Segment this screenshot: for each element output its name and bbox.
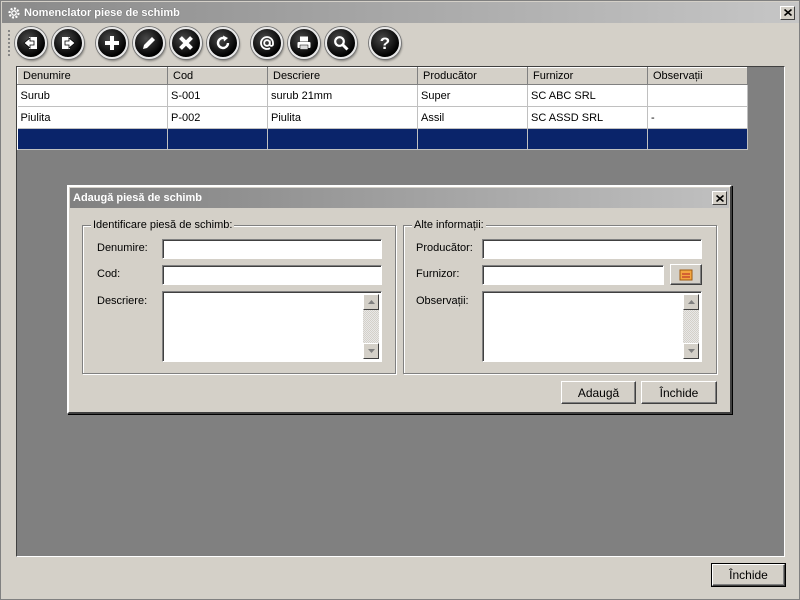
furnizor-label: Furnizor: xyxy=(416,268,460,280)
gear-icon xyxy=(6,5,22,21)
svg-text:?: ? xyxy=(380,34,390,52)
descriere-memo xyxy=(162,291,382,362)
window-title: Nomenclator piese de schimb xyxy=(24,6,180,19)
producator-label: Producător: xyxy=(416,242,473,254)
delete-button[interactable] xyxy=(170,27,202,59)
descriere-label: Descriere: xyxy=(97,295,148,307)
column-header-producator[interactable]: Producător xyxy=(417,67,528,85)
window-close-button[interactable] xyxy=(780,5,795,20)
observatii-scrollbar[interactable] xyxy=(683,294,699,359)
denumire-label: Denumire: xyxy=(97,242,148,254)
table-cell[interactable]: SC ABC SRL xyxy=(527,84,648,107)
refresh-button[interactable] xyxy=(207,27,239,59)
table-cell[interactable] xyxy=(17,128,168,150)
column-header-observatii[interactable]: Observații xyxy=(647,67,748,85)
search-button[interactable] xyxy=(325,27,357,59)
table-cell[interactable]: S-001 xyxy=(167,84,268,107)
cod-input[interactable] xyxy=(162,265,382,285)
table-cell[interactable] xyxy=(647,84,748,107)
add-button[interactable] xyxy=(96,27,128,59)
table-cell[interactable]: Surub xyxy=(17,84,168,107)
table-cell[interactable] xyxy=(647,128,748,150)
producator-input[interactable] xyxy=(482,239,702,259)
exit-button[interactable] xyxy=(52,27,84,59)
observatii-textarea[interactable] xyxy=(485,294,682,359)
table-row[interactable]: Piulita P-002 Piulita Assil SC ASSD SRL … xyxy=(17,106,748,129)
search-icon xyxy=(334,36,349,51)
table-cell[interactable]: SC ASSD SRL xyxy=(527,106,648,129)
other-info-group: Alte informații: Producător: Furnizor: O… xyxy=(403,219,717,374)
edit-icon xyxy=(143,37,155,49)
exit-icon xyxy=(62,37,76,49)
table-cell[interactable] xyxy=(267,128,418,150)
close-icon xyxy=(783,9,792,16)
table-cell[interactable] xyxy=(167,128,268,150)
email-button[interactable] xyxy=(251,27,283,59)
observatii-memo xyxy=(482,291,702,362)
delete-icon xyxy=(179,36,193,50)
new-row-selected[interactable] xyxy=(17,128,748,150)
edit-button[interactable] xyxy=(133,27,165,59)
table-row[interactable]: Surub S-001 surub 21mm Super SC ABC SRL xyxy=(17,84,748,107)
scroll-down-button[interactable] xyxy=(363,343,379,359)
identification-group: Identificare piesă de schimb: Denumire: … xyxy=(82,219,396,374)
arrow-up-icon xyxy=(367,300,375,304)
back-button[interactable] xyxy=(15,27,47,59)
toolbar-grip[interactable] xyxy=(7,29,11,57)
title-bar[interactable]: Nomenclator piese de schimb xyxy=(2,2,799,23)
dialog-close-text-button[interactable]: Închide xyxy=(641,381,717,404)
table-cell[interactable]: Piulita xyxy=(17,106,168,129)
help-button[interactable]: ? xyxy=(369,27,401,59)
furnizor-lookup-button[interactable] xyxy=(670,264,702,285)
toolbar: ? xyxy=(7,26,406,60)
table-cell[interactable]: P-002 xyxy=(167,106,268,129)
column-header-descriere[interactable]: Descriere xyxy=(267,67,418,85)
scroll-up-button[interactable] xyxy=(363,294,379,310)
table-cell[interactable] xyxy=(527,128,648,150)
table-cell[interactable] xyxy=(417,128,528,150)
lookup-icon xyxy=(679,269,693,280)
arrow-down-icon xyxy=(367,349,375,353)
print-icon xyxy=(297,36,311,50)
arrow-up-icon xyxy=(687,300,695,304)
arrow-down-icon xyxy=(687,349,695,353)
table-header-row: Denumire Cod Descriere Producător Furniz… xyxy=(17,67,748,85)
cod-label: Cod: xyxy=(97,268,121,280)
observatii-label: Observații: xyxy=(416,295,469,307)
table-cell[interactable]: Super xyxy=(417,84,528,107)
table-cell[interactable]: surub 21mm xyxy=(267,84,418,107)
dialog-title: Adaugă piesă de schimb xyxy=(73,192,202,204)
other-info-group-legend: Alte informații: xyxy=(412,219,486,231)
email-icon xyxy=(260,36,274,50)
column-header-furnizor[interactable]: Furnizor xyxy=(527,67,648,85)
parts-table: Denumire Cod Descriere Producător Furniz… xyxy=(17,67,748,150)
dialog-title-bar[interactable]: Adaugă piesă de schimb xyxy=(70,188,729,208)
table-cell[interactable]: Assil xyxy=(417,106,528,129)
column-header-cod[interactable]: Cod xyxy=(167,67,268,85)
column-header-denumire[interactable]: Denumire xyxy=(17,67,168,85)
furnizor-input[interactable] xyxy=(482,265,664,285)
back-icon xyxy=(23,37,37,49)
add-icon xyxy=(105,36,119,50)
descriere-textarea[interactable] xyxy=(165,294,362,359)
add-part-dialog: Adaugă piesă de schimb Identificare pies… xyxy=(67,185,732,414)
table-cell[interactable]: Piulita xyxy=(267,106,418,129)
identification-group-legend: Identificare piesă de schimb: xyxy=(91,219,235,231)
main-close-button[interactable]: Închide xyxy=(711,563,786,587)
print-button[interactable] xyxy=(288,27,320,59)
help-icon: ? xyxy=(380,34,390,52)
add-button[interactable]: Adaugă xyxy=(561,381,636,404)
scroll-down-button[interactable] xyxy=(683,343,699,359)
descriere-scrollbar[interactable] xyxy=(363,294,379,359)
scroll-up-button[interactable] xyxy=(683,294,699,310)
refresh-icon xyxy=(216,35,230,50)
denumire-input[interactable] xyxy=(162,239,382,259)
table-cell[interactable]: - xyxy=(647,106,748,129)
close-icon xyxy=(715,194,724,202)
dialog-close-button[interactable] xyxy=(712,191,727,205)
